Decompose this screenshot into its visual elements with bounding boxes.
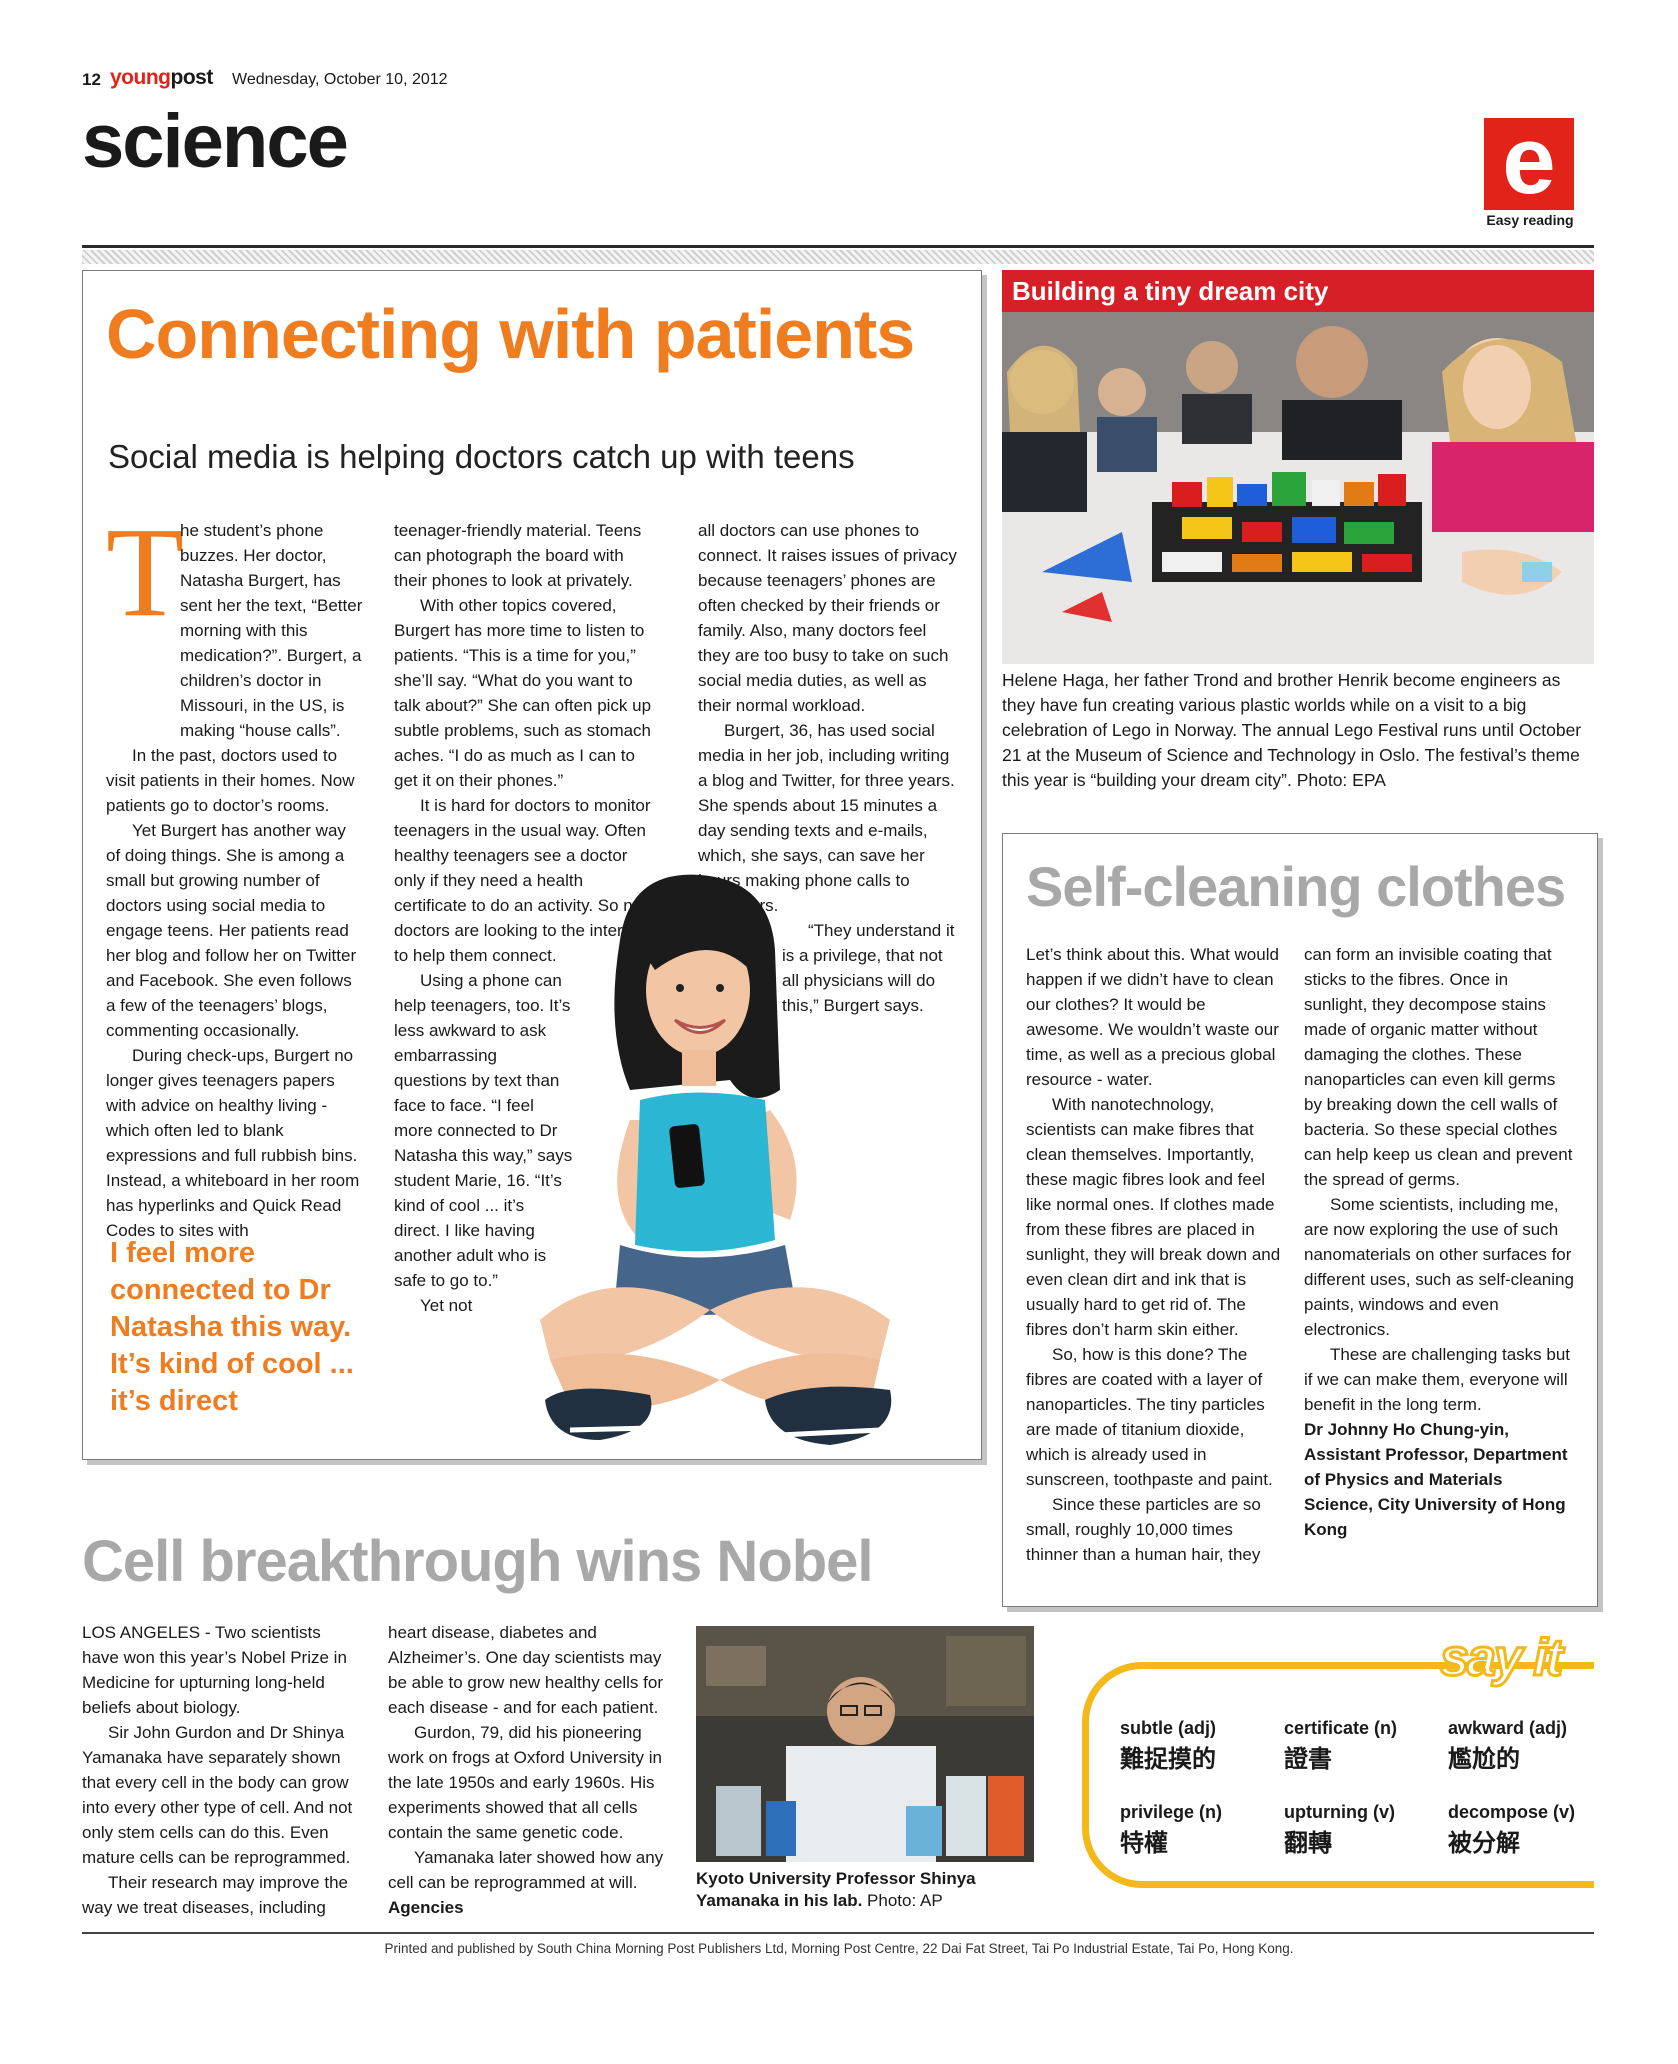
paragraph: With other topics covered, Burgert has m… [394, 596, 652, 790]
paragraph: Let’s think about this. What would happe… [1026, 945, 1279, 1089]
lego-caption: Helene Haga, her father Trond and brothe… [1002, 668, 1594, 793]
vocab-english: certificate (n) [1284, 1718, 1398, 1738]
paragraph: So, how is this done? The fibres are coa… [1026, 1345, 1273, 1489]
vocab-chinese: 證書 [1284, 1746, 1332, 1773]
vocab-item: upturning (v) 翻轉 [1284, 1802, 1444, 1858]
vocab-english: decompose (v) [1448, 1802, 1576, 1822]
paragraph: In the past, doctors used to visit patie… [106, 746, 355, 815]
vocab-chinese: 被分解 [1448, 1830, 1520, 1857]
lego-festival-photo [1002, 312, 1594, 664]
section-title: science [82, 99, 349, 184]
vocab-item: certificate (n) 證書 [1284, 1718, 1444, 1774]
main-column-1: he student’s phone buzzes. Her doctor, N… [106, 518, 364, 1243]
brand-post: post [170, 66, 214, 89]
paragraph: These are challenging tasks but if we ca… [1304, 1345, 1571, 1414]
vocab-item: awkward (adj) 尷尬的 [1448, 1718, 1608, 1774]
page-number: 12 [82, 70, 101, 89]
main-subhead: Social media is helping doctors catch up… [108, 438, 855, 475]
easy-reading-label: Easy reading [1486, 212, 1574, 228]
vocab-chinese: 尷尬的 [1448, 1746, 1520, 1773]
vocab-english: subtle (adj) [1120, 1718, 1217, 1738]
self-cleaning-column-1: Let’s think about this. What would happe… [1026, 942, 1284, 1567]
brand-young: young [110, 66, 171, 89]
paragraph: heart disease, diabetes and Alzheimer’s.… [388, 1623, 663, 1717]
author-byline: Dr Johnny Ho Chung-yin, Assistant Profes… [1304, 1420, 1568, 1539]
header-rule [82, 245, 1594, 248]
paragraph: During check-ups, Burgert no longer give… [106, 1046, 360, 1240]
self-cleaning-headline: Self-cleaning clothes [1026, 855, 1566, 918]
vocab-english: upturning (v) [1284, 1802, 1395, 1822]
paragraph: Their research may improve the way we tr… [82, 1873, 348, 1917]
say-it-logo: say it [1439, 1629, 1565, 1687]
footer-imprint: Printed and published by South China Mor… [384, 1941, 1294, 1956]
easy-reading-logo: e [1484, 113, 1574, 210]
issue-date: Wednesday, October 10, 2012 [232, 71, 448, 88]
paragraph: Yet Burgert has another way of doing thi… [106, 821, 357, 1040]
vocab-english: awkward (adj) [1448, 1718, 1568, 1738]
vocab-item: subtle (adj) 難捉摸的 [1120, 1718, 1280, 1774]
paragraph: Some scientists, including me, are now e… [1304, 1195, 1574, 1339]
cell-column-1: LOS ANGELES - Two scientists have won th… [82, 1620, 354, 1920]
vocab-item: privilege (n) 特權 [1120, 1802, 1280, 1858]
paragraph: can form an invisible coating that stick… [1304, 945, 1573, 1189]
cell-photo-credit: Photo: AP [867, 1891, 943, 1910]
vocab-chinese: 翻轉 [1284, 1830, 1332, 1857]
self-cleaning-column-2: can form an invisible coating that stick… [1304, 942, 1574, 1542]
paragraph: Yamanaka later showed how any cell can b… [388, 1848, 664, 1892]
paragraph: LOS ANGELES - Two scientists have won th… [82, 1623, 347, 1717]
cell-column-2: heart disease, diabetes and Alzheimer’s.… [388, 1620, 674, 1920]
girl-with-phone-image [540, 874, 892, 1445]
vocab-chinese: 難捉摸的 [1120, 1746, 1216, 1773]
footer-rule [82, 1932, 1594, 1934]
pull-quote: I feel more connected to Dr Natasha this… [110, 1237, 354, 1417]
paragraph: he student’s phone buzzes. Her doctor, N… [180, 521, 363, 740]
main-headline: Connecting with patients [106, 295, 915, 373]
lego-photo-credit: Photo: EPA [1296, 770, 1386, 790]
vocab-english: privilege (n) [1120, 1802, 1223, 1822]
paragraph: Since these particles are so small, roug… [1026, 1495, 1261, 1564]
paragraph: Sir John Gurdon and Dr Shinya Yamanaka h… [82, 1723, 353, 1867]
paragraph: With nanotechnology, scientists can make… [1026, 1095, 1281, 1339]
lego-title-bar: Building a tiny dream city [1002, 270, 1594, 312]
paragraph: all doctors can use phones to connect. I… [698, 521, 957, 715]
vocab-chinese: 特權 [1120, 1830, 1168, 1857]
cell-caption: Kyoto University Professor Shinya Yamana… [696, 1868, 1041, 1912]
agency-credit: Agencies [388, 1898, 464, 1917]
brand-logo: youngpost [110, 66, 213, 90]
yamanaka-lab-photo [696, 1626, 1034, 1862]
header-shade [82, 250, 1594, 264]
lego-caption-text: Helene Haga, her father Trond and brothe… [1002, 670, 1582, 790]
paragraph: Gurdon, 79, did his pioneering work on f… [388, 1723, 662, 1842]
paragraph: teenager-friendly material. Teens can ph… [394, 521, 642, 590]
vocab-item: decompose (v) 被分解 [1448, 1802, 1608, 1858]
cell-headline: Cell breakthrough wins Nobel [82, 1529, 874, 1594]
